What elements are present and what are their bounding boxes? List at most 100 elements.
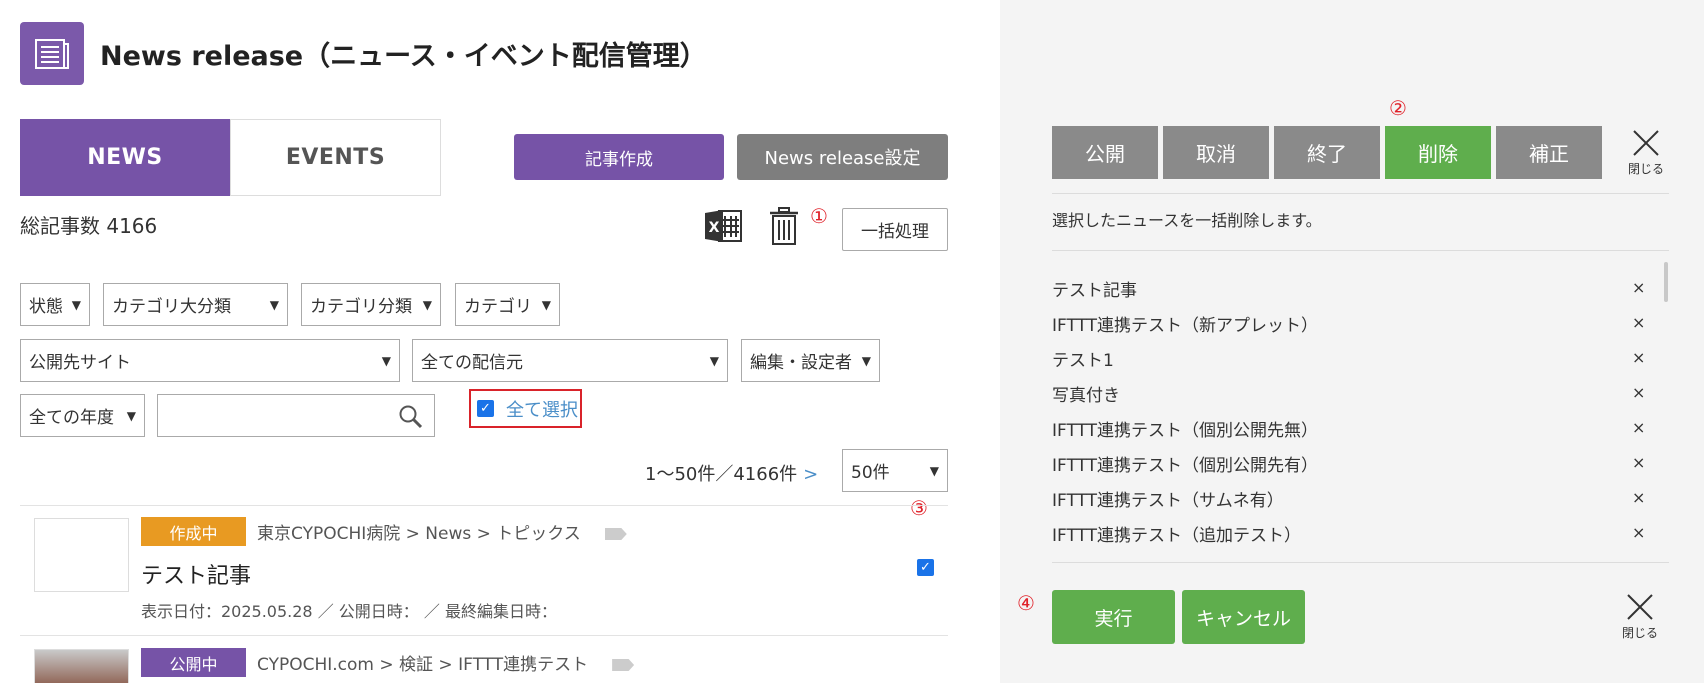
remove-item-icon[interactable]: × [1632,313,1645,332]
divider [1052,562,1669,563]
category-select[interactable]: カテゴリ ▼ [455,283,560,326]
close-label: 閉じる [1628,162,1665,176]
status-badge: 作成中 [141,517,246,546]
remove-item-icon[interactable]: × [1632,488,1645,507]
chevron-down-icon: ▼ [269,297,279,312]
select-all-checkbox[interactable]: ✓ [477,400,494,417]
remove-item-icon[interactable]: × [1632,523,1645,542]
article-thumbnail[interactable] [34,518,129,592]
selected-list-scrollbar[interactable] [1664,262,1668,302]
action-correct-button[interactable]: 補正 [1496,126,1602,179]
marker-4: ④ [1017,591,1035,615]
article-checkbox[interactable]: ✓ [917,559,934,576]
selected-item: テスト1 [1052,351,1114,371]
year-select-value: 全ての年度 [29,408,114,428]
action-end-button[interactable]: 終了 [1274,126,1380,179]
close-icon [1627,594,1653,620]
site-select-value: 公開先サイト [29,353,131,373]
divider [20,635,948,636]
status-badge: 公開中 [141,648,246,677]
pagination: 1〜50件／4166件 > [645,460,818,486]
chevron-down-icon: ▼ [126,408,136,423]
site-select[interactable]: 公開先サイト ▼ [20,339,400,382]
panel-close-button[interactable]: 閉じる [1628,128,1664,177]
selected-item: IFTTT連携テスト（サムネ有） [1052,491,1284,511]
bulk-action-button[interactable]: 一括処理 [842,208,948,251]
news-list-panel: News release（ニュース・イベント配信管理） NEWS EVENTS … [0,0,1000,683]
remove-item-icon[interactable]: × [1632,418,1645,437]
chevron-down-icon: ▼ [422,297,432,312]
divider [20,505,948,506]
news-release-settings-button[interactable]: News release設定 [737,134,948,180]
chevron-down-icon: ▼ [541,297,551,312]
per-page-select[interactable]: 50件 ▼ [842,449,948,492]
cancel-button[interactable]: キャンセル [1182,590,1305,644]
remove-item-icon[interactable]: × [1632,278,1645,297]
selected-item: IFTTT連携テスト（個別公開先無） [1052,421,1319,441]
total-articles-count: 総記事数 4166 [20,214,158,238]
pagination-range: 1〜50件／4166件 [645,464,798,485]
action-cancel-publish-button[interactable]: 取消 [1163,126,1269,179]
trash-icon[interactable] [768,206,800,250]
marker-1: ① [810,204,828,228]
source-select[interactable]: 全ての配信元 ▼ [412,339,728,382]
action-delete-button[interactable]: 削除 [1385,126,1491,179]
article-breadcrumb: CYPOCHI.com > 検証 > IFTTT連携テスト [257,650,635,675]
close-label: 閉じる [1622,626,1659,640]
action-publish-button[interactable]: 公開 [1052,126,1158,179]
selected-item: IFTTT連携テスト（追加テスト） [1052,526,1302,546]
select-all-label[interactable]: 全て選択 [506,396,578,422]
remove-item-icon[interactable]: × [1632,383,1645,402]
search-input[interactable] [157,394,435,437]
search-icon[interactable] [398,404,424,434]
svg-text:X: X [709,220,720,236]
tab-events[interactable]: EVENTS [230,119,441,196]
selected-item: 写真付き [1052,386,1120,406]
category-major-select-value: カテゴリ大分類 [112,297,231,317]
per-page-value: 50件 [851,463,890,483]
execute-button[interactable]: 実行 [1052,590,1175,644]
article-breadcrumb: 東京CYPOCHI病院 > News > トピックス [257,519,627,544]
checkbox-checked-icon: ✓ [917,559,934,576]
panel-description: 選択したニュースを一括削除します。 [1052,211,1322,230]
tag-icon[interactable] [612,659,635,671]
category-class-select-value: カテゴリ分類 [310,297,412,317]
article-thumbnail[interactable] [34,649,129,683]
article-breadcrumb-text: CYPOCHI.com > 検証 > IFTTT連携テスト [257,655,589,675]
page-title: News release（ニュース・イベント配信管理） [100,41,707,72]
panel-close-bottom-button[interactable]: 閉じる [1622,592,1658,641]
article-breadcrumb-text: 東京CYPOCHI病院 > News > トピックス [257,524,581,544]
category-select-value: カテゴリ [464,297,532,317]
chevron-down-icon: ▼ [929,463,939,478]
create-article-button[interactable]: 記事作成 [514,134,724,180]
bulk-action-panel [1000,0,1704,683]
excel-export-icon[interactable]: X [703,208,745,248]
selected-item: テスト記事 [1052,281,1137,301]
remove-item-icon[interactable]: × [1632,453,1645,472]
category-major-select[interactable]: カテゴリ大分類 ▼ [103,283,288,326]
remove-item-icon[interactable]: × [1632,348,1645,367]
selected-item: IFTTT連携テスト（新アプレット） [1052,316,1319,336]
divider [1052,193,1669,194]
editor-select[interactable]: 編集・設定者 ▼ [741,339,880,382]
select-all-toggle[interactable]: ✓ 全て選択 [469,389,582,428]
editor-select-value: 編集・設定者 [750,353,852,373]
chevron-down-icon: ▼ [381,353,391,368]
news-release-app-icon [20,22,84,85]
status-select[interactable]: 状態 ▼ [20,283,90,326]
chevron-down-icon: ▼ [71,297,81,312]
source-select-value: 全ての配信元 [421,353,523,373]
article-title[interactable]: テスト記事 [141,558,251,590]
selected-item: IFTTT連携テスト（個別公開先有） [1052,456,1319,476]
chevron-down-icon: ▼ [861,353,871,368]
tab-news[interactable]: NEWS [20,119,230,196]
status-select-value: 状態 [29,297,63,317]
tag-icon[interactable] [604,528,627,540]
divider [1052,250,1669,251]
marker-3: ③ [910,496,928,520]
category-class-select[interactable]: カテゴリ分類 ▼ [301,283,441,326]
next-page-link[interactable]: > [803,464,818,485]
marker-2: ② [1389,96,1407,120]
year-select[interactable]: 全ての年度 ▼ [20,394,145,437]
close-icon [1633,130,1659,156]
